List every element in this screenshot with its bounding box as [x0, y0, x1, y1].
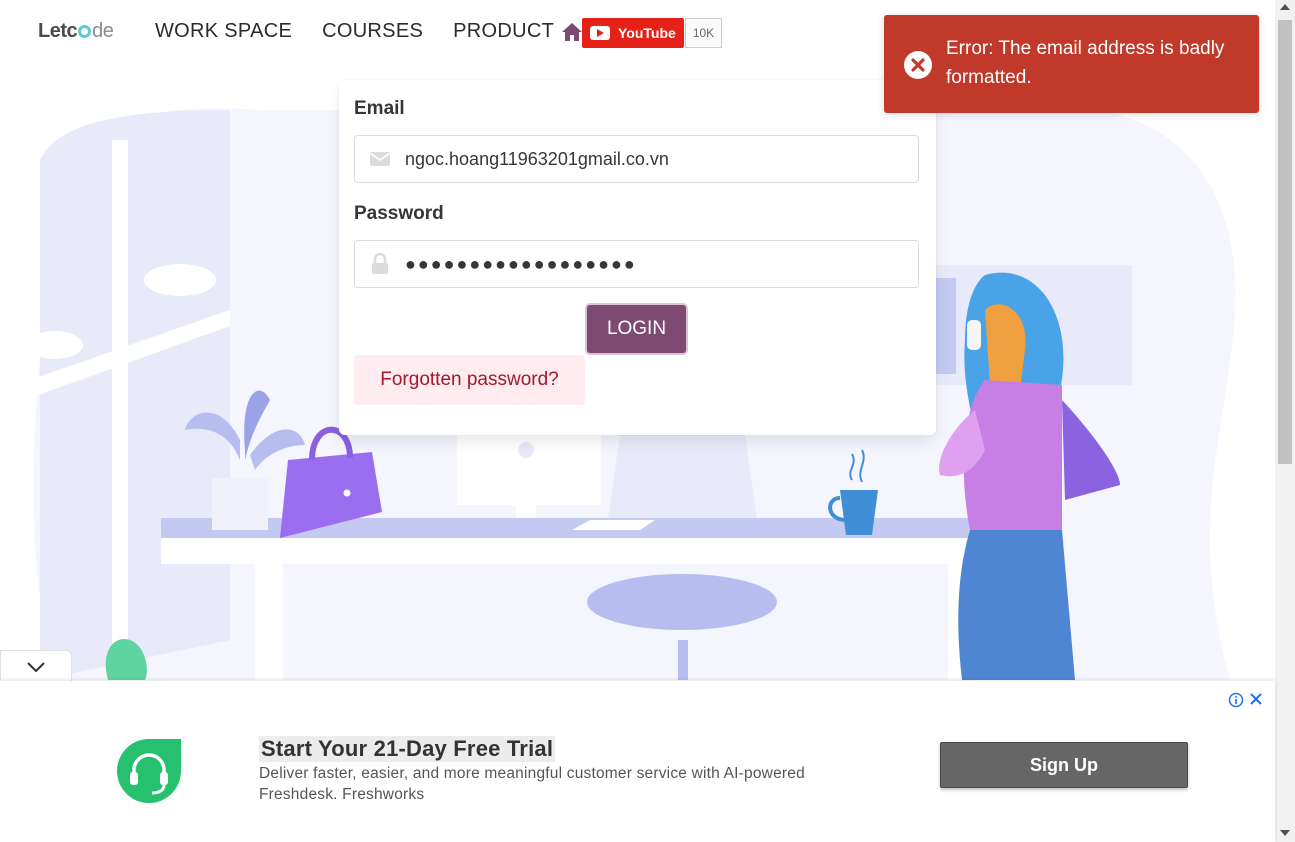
password-label: Password	[354, 203, 444, 224]
envelope-icon	[355, 152, 405, 166]
email-field[interactable]: ngoc.hoang11963201gmail.co.vn	[354, 135, 919, 183]
login-button[interactable]: LOGIN	[585, 303, 688, 355]
email-label: Email	[354, 98, 405, 119]
headset-icon[interactable]	[116, 738, 182, 804]
error-x-icon	[904, 51, 932, 79]
error-message: Error: The email address is badly format…	[946, 38, 1225, 88]
sign-up-button[interactable]: Sign Up	[940, 742, 1188, 788]
logo-prefix: Letc	[38, 20, 78, 42]
password-value[interactable]: ●●●●●●●●●●●●●●●●●●	[405, 254, 637, 275]
email-value[interactable]: ngoc.hoang11963201gmail.co.vn	[405, 149, 669, 170]
nav-product[interactable]: PRODUCT	[453, 20, 554, 43]
youtube-play-icon	[590, 26, 610, 40]
ad-close-icon[interactable]	[1248, 691, 1264, 707]
logo-suffix: de	[92, 20, 114, 42]
logo-o-icon	[78, 25, 92, 38]
nav-courses[interactable]: COURSES	[322, 20, 423, 43]
ad-content[interactable]: Start Your 21-Day Free Trial Deliver fas…	[10, 687, 1263, 842]
login-card: Email ngoc.hoang11963201gmail.co.vn Pass…	[339, 80, 936, 435]
scroll-down-arrow-icon[interactable]	[1280, 830, 1290, 836]
password-field[interactable]: ●●●●●●●●●●●●●●●●●●	[354, 240, 919, 288]
page-scrollbar[interactable]	[1275, 0, 1295, 842]
ad-banner: Start Your 21-Day Free Trial Deliver fas…	[0, 681, 1275, 842]
nav-work-space[interactable]: WORK SPACE	[155, 20, 292, 43]
main-nav: WORK SPACE COURSES PRODUCT	[155, 20, 554, 43]
ad-collapse-button[interactable]	[0, 650, 72, 682]
ad-description: Deliver faster, easier, and more meaning…	[259, 765, 805, 803]
chevron-down-icon	[27, 661, 45, 672]
youtube-button[interactable]: YouTube	[582, 18, 684, 48]
error-toast[interactable]: Error: The email address is badly format…	[884, 15, 1259, 113]
youtube-subscribe: YouTube 10K	[582, 18, 723, 48]
home-icon[interactable]	[561, 22, 583, 42]
ad-info-icon[interactable]	[1228, 692, 1244, 708]
forgot-password-button[interactable]: Forgotten password?	[354, 355, 585, 405]
letcode-logo[interactable]: Letc de	[38, 20, 114, 43]
scroll-up-arrow-icon[interactable]	[1280, 4, 1290, 10]
scroll-thumb[interactable]	[1278, 20, 1292, 464]
ad-title[interactable]: Start Your 21-Day Free Trial	[259, 736, 556, 762]
youtube-label: YouTube	[618, 25, 676, 41]
youtube-subscriber-count[interactable]: 10K	[684, 18, 723, 48]
lock-icon	[355, 253, 405, 275]
